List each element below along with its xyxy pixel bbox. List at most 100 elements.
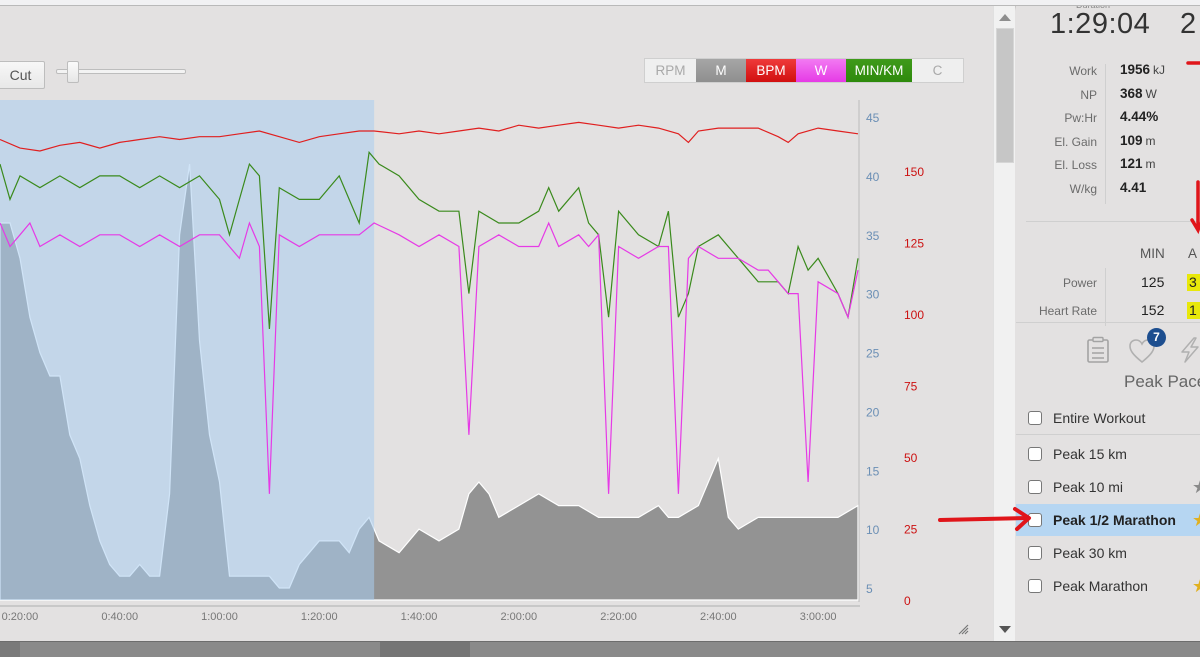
pace-tick-label: 15 — [866, 464, 880, 478]
pace-tick-label: 40 — [866, 170, 880, 184]
minavg-row-heart-rate: Heart Rate 152 1 — [1016, 298, 1200, 324]
stat-unit: m — [1145, 133, 1156, 148]
stat-value: 4.41 — [1120, 180, 1149, 195]
stat-row-work: Work 1956 kJ — [1016, 60, 1200, 84]
stat-number: 1956 — [1120, 62, 1151, 77]
hr-tick-label: 50 — [904, 451, 918, 465]
stat-number: 368 — [1120, 85, 1143, 101]
x-tick-label: 1:20:00 — [301, 611, 338, 623]
pace-tick-label: 45 — [866, 111, 880, 125]
stats-divider — [1105, 64, 1106, 204]
avg-value: 3 — [1187, 274, 1200, 291]
stat-value: 1956 kJ — [1120, 62, 1165, 77]
peak-item-label: Peak 1/2 Marathon — [1053, 512, 1176, 528]
checkbox[interactable] — [1028, 411, 1042, 425]
x-tick-label: 1:00:00 — [201, 611, 238, 623]
hr-tick-label: 0 — [904, 594, 911, 608]
x-tick-label: 2:20:00 — [600, 611, 637, 623]
checkbox[interactable] — [1028, 447, 1042, 461]
stats-table: Work 1956 kJ NP 368 W Pw:Hr 4.44% El. Gain… — [1016, 60, 1200, 201]
stat-value: 109 m — [1120, 133, 1156, 148]
stat-number: 4.41 — [1120, 179, 1147, 195]
stat-value: 4.44% — [1120, 109, 1161, 124]
pace-tick-label: 10 — [866, 523, 880, 537]
app-window: Cut RPM M BPM W MIN/KM C 45 40 35 30 25 20 15 1… — [0, 0, 1200, 657]
checkbox[interactable] — [1028, 513, 1042, 527]
stat-number: 109 — [1120, 132, 1143, 148]
peak-divider — [1016, 434, 1200, 435]
row-label: Heart Rate — [1038, 304, 1097, 318]
selection-range — [0, 100, 375, 600]
section-divider — [1026, 221, 1200, 222]
stat-unit: W — [1145, 86, 1157, 101]
bottom-strip — [0, 641, 1200, 657]
checkbox[interactable] — [1028, 579, 1042, 593]
stat-unit: m — [1145, 157, 1156, 171]
min-value: 152 — [1141, 302, 1165, 318]
chart-panel: Cut RPM M BPM W MIN/KM C 45 40 35 30 25 20 15 1… — [0, 6, 993, 641]
hr-tick-label: 150 — [904, 165, 924, 179]
stat-label: Pw:Hr — [1064, 111, 1097, 125]
section-divider — [1016, 322, 1200, 323]
clipboard-icon[interactable] — [1086, 336, 1110, 364]
stat-label: El. Loss — [1054, 158, 1097, 172]
avg-value: 1 — [1187, 302, 1200, 319]
x-tick-label: 2:40:00 — [700, 611, 737, 623]
peak-item-label: Peak 10 mi — [1053, 479, 1124, 495]
stat-label: NP — [1080, 87, 1097, 102]
hr-tick-label: 75 — [904, 380, 918, 394]
peak-item-half-marathon[interactable]: Peak 1/2 Marathon ★ — [1016, 504, 1200, 536]
stat-row-elevation-gain: El. Gain 109 m — [1016, 131, 1200, 155]
vertical-scrollbar[interactable] — [993, 6, 1015, 641]
stat-unit: kJ — [1153, 63, 1166, 77]
summary-panel: Duration 1:29:04 2 Work 1956kJ NP 368W P… — [1016, 6, 1200, 641]
analysis-icon-row: 7 — [1016, 328, 1200, 368]
pace-tick-label: 35 — [866, 229, 880, 243]
duration-value: 1:29:04 — [1050, 8, 1151, 40]
stat-value: 121 m — [1120, 156, 1156, 171]
gold-medal-icon: ★ — [1192, 510, 1200, 531]
peak-item-10mi[interactable]: Peak 10 mi ★ — [1016, 471, 1200, 503]
hr-tick-label: 100 — [904, 308, 924, 322]
pace-tick-label: 25 — [866, 347, 880, 361]
hr-tick-label: 25 — [904, 523, 918, 537]
minavg-divider — [1105, 268, 1106, 326]
stat-label: Work — [1069, 64, 1097, 78]
checkbox[interactable] — [1028, 480, 1042, 494]
scrollbar-thumb[interactable] — [996, 28, 1014, 163]
hr-tick-label: 125 — [904, 237, 924, 251]
avg-column-header: A — [1188, 246, 1198, 261]
checkbox[interactable] — [1028, 546, 1042, 560]
stat-row-elevation-loss: El. Loss 121 m — [1016, 154, 1200, 178]
peak-item-label: Peak Marathon — [1053, 578, 1148, 594]
peak-item-label: Peak 30 km — [1053, 545, 1127, 561]
lightning-icon[interactable] — [1178, 336, 1200, 364]
peak-item-marathon[interactable]: Peak Marathon ★ — [1016, 570, 1200, 602]
scroll-up-icon[interactable] — [999, 14, 1011, 21]
peak-item-30km[interactable]: Peak 30 km — [1016, 537, 1200, 569]
silver-medal-icon: ★ — [1192, 477, 1200, 498]
stat-value: 368 W — [1120, 86, 1157, 101]
row-label: Power — [1062, 276, 1097, 290]
stat-row-wkg: W/kg 4.41 — [1016, 178, 1200, 202]
peak-item-label: Peak 15 km — [1053, 446, 1127, 462]
second-value-partial: 2 — [1180, 8, 1197, 40]
pace-tick-label: 5 — [866, 582, 873, 596]
resize-grip-icon[interactable] — [957, 623, 969, 635]
peak-pace-title: Peak Pace — [1124, 372, 1200, 391]
favorites-badge: 7 — [1147, 328, 1166, 347]
stat-number: 121 — [1120, 156, 1143, 171]
min-column-header: MIN — [1140, 246, 1165, 261]
x-tick-label: 3:00:00 — [800, 611, 837, 623]
workout-chart[interactable]: 45 40 35 30 25 20 15 10 5 150 125 100 75 50 25 0 0:20:00… — [0, 6, 993, 641]
peak-item-15km[interactable]: Peak 15 km — [1016, 438, 1200, 470]
scroll-down-icon[interactable] — [999, 626, 1011, 633]
stat-label: W/kg — [1069, 181, 1097, 196]
x-tick-label: 2:00:00 — [500, 611, 537, 623]
stat-number: 4.44% — [1120, 109, 1159, 124]
pace-tick-label: 20 — [866, 405, 880, 419]
peak-item-entire-workout[interactable]: Entire Workout — [1016, 402, 1200, 434]
pace-tick-label: 30 — [866, 288, 880, 302]
stat-label: El. Gain — [1054, 134, 1097, 149]
min-value: 125 — [1141, 274, 1165, 290]
